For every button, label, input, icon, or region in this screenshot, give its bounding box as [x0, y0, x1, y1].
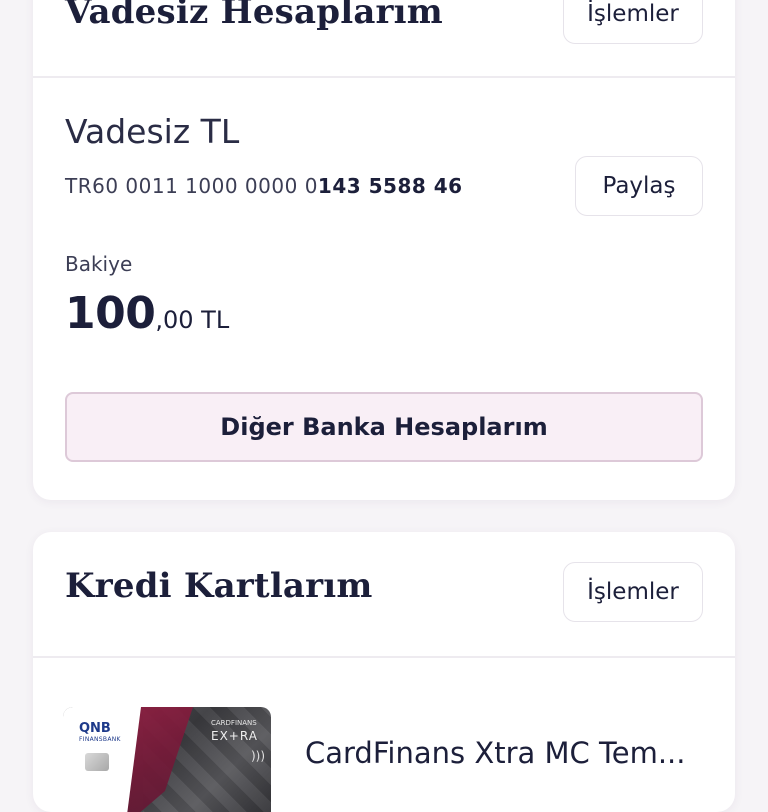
account-name: Vadesiz TL [65, 112, 240, 151]
balance-integer: 100 [65, 288, 156, 339]
card-brand-text: CARDFINANS [211, 719, 257, 727]
accounts-section-title: Vadesiz Hesaplarım [65, 0, 443, 32]
credit-cards-card: Kredi Kartlarım İşlemler QNB FINANSBANK C… [33, 532, 735, 812]
credit-card-name[interactable]: CardFinans Xtra MC Tem... [305, 736, 705, 770]
card-extra-text: EX+RA [211, 729, 258, 743]
balance-fraction: ,00 TL [155, 306, 230, 334]
accounts-card: Vadesiz Hesaplarım İşlemler Vadesiz TL T… [33, 0, 735, 500]
divider [33, 656, 735, 658]
balance-amount: 100,00 TL [65, 288, 229, 339]
qnb-logo-text: QNB [79, 721, 111, 736]
account-iban: TR60 0011 1000 0000 0143 5588 46 [65, 174, 463, 198]
iban-prefix: TR60 0011 1000 0000 0 [65, 174, 318, 198]
balance-label: Bakiye [65, 252, 133, 276]
qnb-logo: QNB FINANSBANK [79, 721, 121, 743]
share-button[interactable]: Paylaş [575, 156, 703, 216]
qnb-logo-sub: FINANSBANK [79, 736, 121, 743]
card-chip [85, 753, 109, 771]
divider [33, 76, 735, 78]
accounts-actions-button[interactable]: İşlemler [563, 0, 703, 44]
other-bank-accounts-button[interactable]: Diğer Banka Hesaplarım [65, 392, 703, 462]
credit-card-image[interactable]: QNB FINANSBANK CARDFINANS EX+RA ))) [63, 707, 271, 812]
credit-cards-section-title: Kredi Kartlarım [65, 566, 373, 606]
contactless-icon: ))) [251, 749, 266, 763]
credit-cards-actions-button[interactable]: İşlemler [563, 562, 703, 622]
iban-suffix: 143 5588 46 [317, 174, 463, 198]
